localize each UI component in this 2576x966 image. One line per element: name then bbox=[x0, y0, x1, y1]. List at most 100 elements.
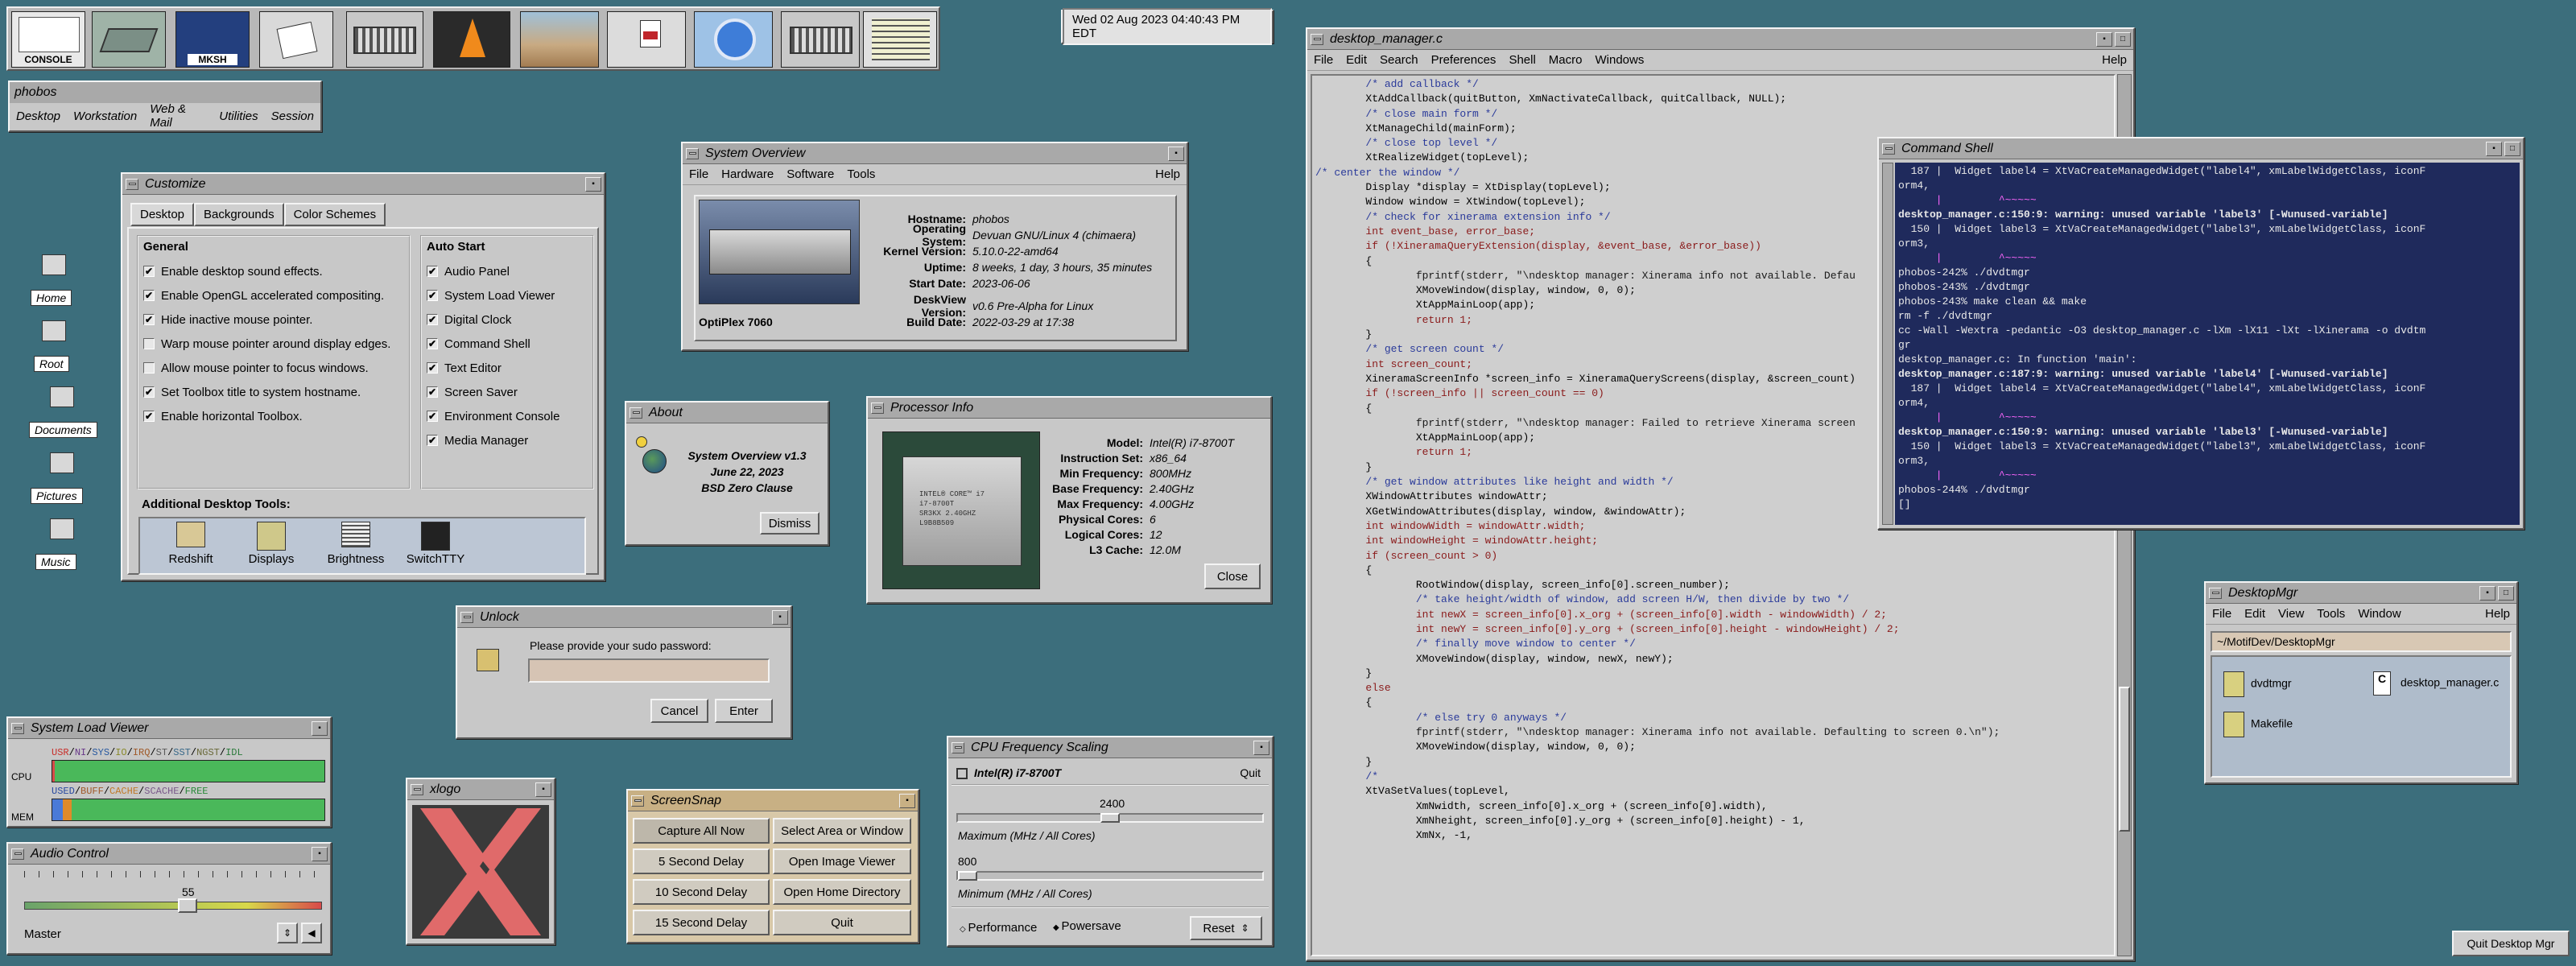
checkbox-checked-icon[interactable]: ✔ bbox=[427, 314, 438, 325]
checkbox-checked-icon[interactable]: ✔ bbox=[143, 266, 155, 277]
drive-icon[interactable] bbox=[92, 11, 166, 68]
menu-preferences[interactable]: Preferences bbox=[1425, 53, 1503, 67]
menu-desktop[interactable]: Desktop bbox=[10, 109, 67, 123]
window-menu-button[interactable]: ▪ bbox=[312, 846, 328, 861]
menu-edit[interactable]: Edit bbox=[1340, 53, 1373, 67]
tab-desktop[interactable]: Desktop bbox=[130, 203, 195, 226]
checkbox-checked-icon[interactable]: ✔ bbox=[427, 266, 438, 277]
checkbox-checked-icon[interactable]: ✔ bbox=[143, 411, 155, 422]
checkbox-checked-icon[interactable]: ✔ bbox=[427, 435, 438, 446]
autostart-option[interactable]: ✔ Command Shell bbox=[427, 332, 559, 356]
menu-window[interactable]: Window bbox=[2351, 607, 2407, 621]
browser-icon[interactable] bbox=[694, 11, 773, 68]
max-slider-thumb[interactable] bbox=[1100, 813, 1120, 823]
menu-tools[interactable]: Tools bbox=[2310, 607, 2351, 621]
volume-slider[interactable] bbox=[24, 898, 322, 913]
menu-view[interactable]: View bbox=[2272, 607, 2310, 621]
desktop-icon-root[interactable]: Root bbox=[31, 316, 79, 372]
cancel-button[interactable]: Cancel bbox=[650, 699, 708, 723]
checkbox-checked-icon[interactable]: ✔ bbox=[427, 386, 438, 398]
general-option[interactable]: ✔ Enable horizontal Toolbox. bbox=[143, 404, 390, 428]
checkbox-checked-icon[interactable]: ✔ bbox=[427, 338, 438, 349]
grid-icon[interactable] bbox=[863, 11, 937, 68]
min-slider[interactable] bbox=[956, 871, 1264, 881]
checkbox-checked-icon[interactable]: ✔ bbox=[427, 362, 438, 374]
open-home-button[interactable]: Open Home Directory bbox=[773, 879, 911, 905]
menu-macro[interactable]: Macro bbox=[1542, 53, 1589, 67]
autostart-option[interactable]: ✔ System Load Viewer bbox=[427, 283, 559, 308]
powersave-radio[interactable]: ◆ Powersave bbox=[1053, 919, 1121, 933]
general-option[interactable]: ✔ Hide inactive mouse pointer. bbox=[143, 308, 390, 332]
checkbox-checked-icon[interactable]: ✔ bbox=[143, 290, 155, 301]
quit-desktop-button[interactable]: Quit Desktop Mgr bbox=[2452, 931, 2570, 956]
close-button[interactable]: Close bbox=[1204, 564, 1261, 589]
autostart-option[interactable]: ✔ Media Manager bbox=[427, 428, 559, 452]
checkbox-checked-icon[interactable]: ✔ bbox=[427, 290, 438, 301]
menu-search[interactable]: Search bbox=[1373, 53, 1425, 67]
checkbox-checked-icon[interactable]: ✔ bbox=[427, 411, 438, 422]
desktop-icon-documents[interactable]: Documents bbox=[29, 382, 109, 438]
menu-file[interactable]: File bbox=[683, 167, 715, 181]
general-option[interactable]: Allow mouse pointer to focus windows. bbox=[143, 356, 390, 380]
maximize-button[interactable]: □ bbox=[2498, 585, 2514, 601]
keyboard-icon[interactable] bbox=[346, 11, 423, 68]
menu-tools[interactable]: Tools bbox=[840, 167, 881, 181]
autostart-option[interactable]: ✔ Screen Saver bbox=[427, 380, 559, 404]
max-slider[interactable] bbox=[956, 813, 1264, 823]
menu-file[interactable]: File bbox=[2206, 607, 2238, 621]
minimize-button[interactable]: ▪ bbox=[2096, 31, 2112, 47]
dismiss-button[interactable]: Dismiss bbox=[760, 512, 819, 535]
shell-scrollbar[interactable] bbox=[1882, 163, 1893, 525]
window-menu-button[interactable]: ▪ bbox=[312, 720, 328, 736]
general-option[interactable]: ✔ Enable OpenGL accelerated compositing. bbox=[143, 283, 390, 308]
window-menu-button[interactable]: ▪ bbox=[585, 176, 601, 192]
maximize-button[interactable]: □ bbox=[2115, 31, 2131, 47]
general-option[interactable]: ✔ Set Toolbox title to system hostname. bbox=[143, 380, 390, 404]
checkbox-unchecked-icon[interactable] bbox=[143, 362, 155, 374]
min-slider-thumb[interactable] bbox=[958, 871, 977, 881]
maximize-button[interactable]: □ bbox=[2504, 141, 2520, 156]
menu-file[interactable]: File bbox=[1307, 53, 1340, 67]
capture-all-button[interactable]: Capture All Now bbox=[633, 818, 770, 844]
speaker-icon[interactable]: ◀ bbox=[301, 923, 322, 943]
window-menu-button[interactable]: ▪ bbox=[899, 793, 915, 808]
desktop-icon-pictures[interactable]: Pictures bbox=[31, 448, 111, 504]
shell-terminal[interactable]: 187 | Widget label4 = XtVaCreateManagedW… bbox=[1895, 163, 2520, 525]
window-menu-button[interactable]: ▪ bbox=[535, 782, 551, 797]
autostart-option[interactable]: ✔ Digital Clock bbox=[427, 308, 559, 332]
tab-color-schemes[interactable]: Color Schemes bbox=[283, 203, 386, 226]
channel-spin-icon[interactable]: ⇕ bbox=[277, 923, 298, 943]
menu-workstation[interactable]: Workstation bbox=[67, 109, 143, 123]
tool-redshift[interactable]: Redshift bbox=[155, 522, 227, 566]
reset-button[interactable]: Reset ⇕ bbox=[1190, 916, 1262, 940]
autostart-option[interactable]: ✔ Text Editor bbox=[427, 356, 559, 380]
menu-shell[interactable]: Shell bbox=[1502, 53, 1542, 67]
pdf-icon[interactable] bbox=[607, 11, 686, 68]
open-viewer-button[interactable]: Open Image Viewer bbox=[773, 848, 911, 874]
file-item[interactable]: Makefile bbox=[2223, 712, 2293, 737]
menu-hardware[interactable]: Hardware bbox=[715, 167, 780, 181]
menu-help[interactable]: Help bbox=[2479, 607, 2516, 621]
general-option[interactable]: Warp mouse pointer around display edges. bbox=[143, 332, 390, 356]
checkbox-checked-icon[interactable]: ✔ bbox=[143, 314, 155, 325]
autostart-option[interactable]: ✔ Audio Panel bbox=[427, 259, 559, 283]
checkbox-checked-icon[interactable]: ✔ bbox=[143, 386, 155, 398]
mksh-icon[interactable]: MKSH bbox=[175, 11, 250, 68]
performance-radio[interactable]: ◇ Performance bbox=[960, 921, 1037, 935]
cpufreq-quit[interactable]: Quit bbox=[1240, 766, 1261, 779]
window-menu-button[interactable]: ▪ bbox=[772, 609, 788, 625]
minimize-button[interactable]: ▪ bbox=[2479, 585, 2496, 601]
editor-icon[interactable] bbox=[259, 11, 333, 68]
select-area-button[interactable]: Select Area or Window bbox=[773, 818, 911, 844]
desktop-icon-home[interactable]: Home bbox=[31, 250, 79, 306]
tab-backgrounds[interactable]: Backgrounds bbox=[194, 203, 284, 226]
quit-button[interactable]: Quit bbox=[773, 910, 911, 935]
menu-help[interactable]: Help bbox=[2095, 53, 2133, 67]
minimize-button[interactable]: ▪ bbox=[2486, 141, 2502, 156]
five-second-button[interactable]: 5 Second Delay bbox=[633, 848, 770, 874]
window-menu-button[interactable]: ▪ bbox=[1253, 740, 1269, 755]
tool-displays[interactable]: Displays bbox=[235, 522, 308, 566]
vlc-icon[interactable] bbox=[433, 11, 510, 68]
volume-thumb[interactable] bbox=[178, 898, 198, 913]
tool-brightness[interactable]: Brightness bbox=[316, 522, 396, 566]
